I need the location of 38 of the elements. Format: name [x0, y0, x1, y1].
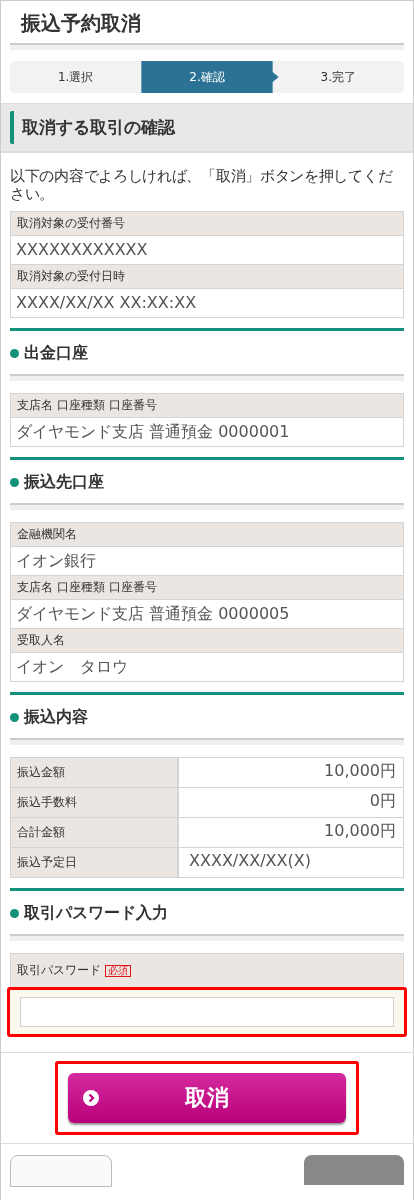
partial-button[interactable]	[304, 1155, 404, 1185]
page-title: 振込予約取消	[19, 10, 142, 37]
cancel-button[interactable]: 取消	[68, 1073, 346, 1123]
field-label: 支店名 口座種類 口座番号	[11, 394, 403, 418]
field-label: 取消対象の受付日時	[11, 265, 403, 289]
field-label: 取引パスワード	[17, 963, 101, 978]
bullet-icon	[10, 909, 19, 918]
bullet-icon	[10, 713, 19, 722]
bullet-icon	[10, 478, 19, 487]
partial-button[interactable]	[10, 1155, 112, 1187]
section-title: 取消する取引の確認	[10, 111, 183, 144]
step-label: 1.選択	[56, 68, 95, 86]
field-label: 受取人名	[11, 629, 403, 653]
step-label: 3.完了	[319, 68, 358, 86]
field-value: 10,000円	[179, 818, 403, 848]
field-value: 10,000円	[179, 758, 403, 788]
field-label: 支店名 口座種類 口座番号	[11, 576, 403, 600]
field-label: 振込金額	[11, 758, 179, 788]
section-heading: 振込先口座	[24, 472, 104, 493]
chevron-icon	[83, 1090, 99, 1106]
field-value: 0円	[179, 788, 403, 818]
instruction-text: 以下の内容でよろしければ、「取消」ボタンを押してください。	[10, 167, 394, 203]
field-label: 振込予定日	[11, 848, 179, 877]
field-label: 取消対象の受付番号	[11, 212, 403, 236]
field-label: 合計金額	[11, 818, 179, 848]
field-value: イオン タロウ	[15, 656, 129, 678]
step-label: 2.確認	[141, 61, 279, 93]
section-heading: 振込内容	[24, 707, 88, 728]
field-value: XXXX/XX/XX XX:XX:XX	[15, 292, 198, 314]
section-heading: 出金口座	[24, 343, 88, 364]
field-value: XXXX/XX/XX(X)	[188, 850, 312, 872]
bullet-icon	[10, 349, 19, 358]
required-badge: 必須	[105, 964, 131, 977]
field-label: 金融機関名	[11, 523, 403, 547]
field-label: 振込手数料	[11, 788, 179, 818]
field-value: ダイヤモンド支店 普通預金 0000001	[15, 421, 291, 443]
section-heading: 取引パスワード入力	[24, 903, 168, 924]
password-field[interactable]	[20, 997, 394, 1027]
